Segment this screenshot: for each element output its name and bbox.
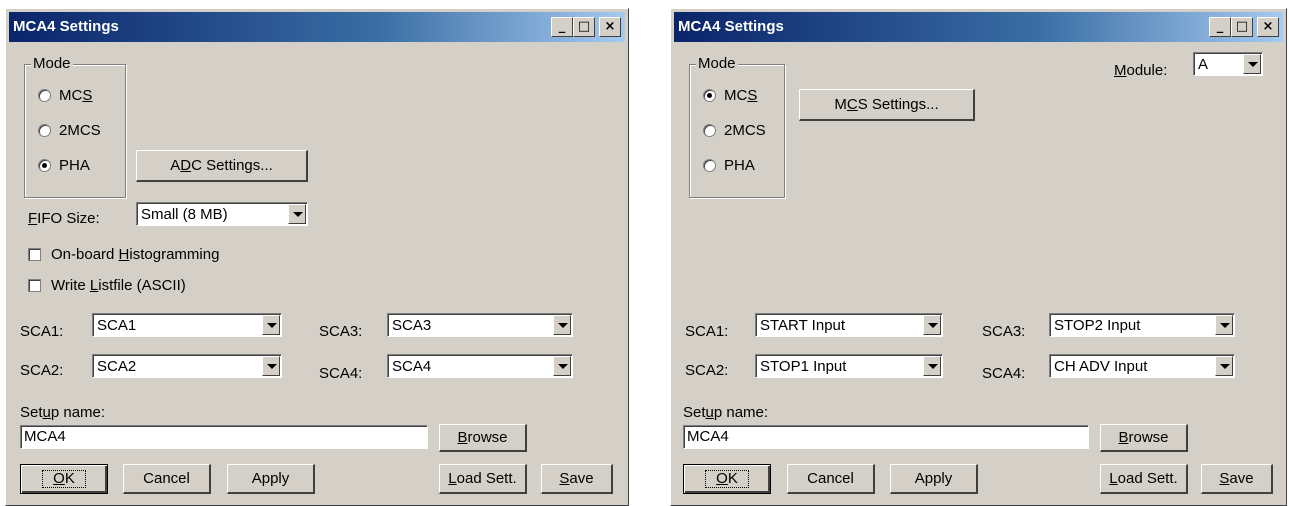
setup-name-label: Setup name: — [20, 404, 106, 421]
module-select[interactable]: A — [1193, 52, 1263, 76]
window-title: MCA4 Settings — [678, 18, 784, 35]
module-label: Module: — [1114, 62, 1168, 79]
minimize-icon: _ — [1216, 19, 1224, 34]
chevron-down-icon[interactable] — [1215, 315, 1233, 335]
sca1-select[interactable]: START Input — [755, 313, 943, 337]
radio-button-selected-icon — [38, 159, 51, 172]
setup-name-input[interactable] — [20, 425, 428, 449]
sca2-label: SCA2: — [685, 362, 729, 379]
browse-button[interactable]: Browse — [439, 424, 527, 452]
browse-button[interactable]: Browse — [1100, 424, 1188, 452]
chevron-down-icon[interactable] — [553, 315, 571, 335]
sca4-select[interactable]: CH ADV Input — [1049, 354, 1235, 378]
sca1-label: SCA1: — [20, 323, 64, 340]
mode-group-label: Mode — [31, 55, 73, 72]
setup-name-label: Setup name: — [683, 404, 769, 421]
radio-button-icon — [703, 124, 716, 137]
window-title: MCA4 Settings — [13, 18, 119, 35]
close-icon: × — [604, 19, 616, 34]
onboard-histogramming-checkbox[interactable]: On-board Histogramming — [28, 246, 219, 263]
chevron-down-icon[interactable] — [1243, 54, 1261, 74]
save-button[interactable]: Save — [1201, 464, 1273, 494]
close-button[interactable]: × — [599, 17, 621, 37]
maximize-icon: □ — [577, 19, 591, 34]
checkbox-icon — [28, 248, 41, 261]
sca3-label: SCA3: — [319, 323, 363, 340]
title-bar[interactable]: MCA4 Settings _ □ × — [9, 12, 625, 42]
apply-button[interactable]: Apply — [227, 464, 315, 494]
chevron-down-icon[interactable] — [553, 356, 571, 376]
radio-button-icon — [38, 89, 51, 102]
mode-group-label: Mode — [696, 55, 738, 72]
mode-radio-2mcs[interactable]: 2MCS — [38, 122, 101, 139]
maximize-icon: □ — [1235, 19, 1249, 34]
minimize-button[interactable]: _ — [1209, 17, 1231, 37]
setup-name-field[interactable] — [687, 428, 1051, 445]
sca4-label: SCA4: — [982, 365, 1026, 382]
mca4-settings-window-right: MCA4 Settings _ □ × Mode MCS 2MCS PHA MC… — [670, 8, 1287, 506]
write-listfile-checkbox[interactable]: Write Listfile (ASCII) — [28, 277, 186, 294]
setup-name-input[interactable] — [683, 425, 1089, 449]
radio-button-icon — [38, 124, 51, 137]
sca3-select[interactable]: STOP2 Input — [1049, 313, 1235, 337]
fifo-size-label: FIFO Size: — [28, 210, 100, 227]
maximize-button[interactable]: □ — [1231, 17, 1253, 37]
load-settings-button[interactable]: Load Sett. — [1100, 464, 1188, 494]
fifo-size-value: Small (8 MB) — [141, 206, 228, 223]
maximize-button[interactable]: □ — [573, 17, 595, 37]
fifo-size-select[interactable]: Small (8 MB) — [136, 202, 308, 226]
load-settings-button[interactable]: Load Sett. — [439, 464, 527, 494]
sca4-select[interactable]: SCA4 — [387, 354, 573, 378]
sca1-select[interactable]: SCA1 — [92, 313, 282, 337]
minimize-icon: _ — [558, 19, 566, 34]
setup-name-field[interactable] — [24, 428, 390, 445]
radio-button-selected-icon — [703, 89, 716, 102]
sca2-select[interactable]: STOP1 Input — [755, 354, 943, 378]
sca3-select[interactable]: SCA3 — [387, 313, 573, 337]
chevron-down-icon[interactable] — [262, 315, 280, 335]
ok-button[interactable]: OK — [20, 464, 108, 494]
mode-radio-pha[interactable]: PHA — [38, 157, 90, 174]
sca2-select[interactable]: SCA2 — [92, 354, 282, 378]
chevron-down-icon[interactable] — [262, 356, 280, 376]
checkbox-label: Write Listfile (ASCII) — [51, 277, 186, 294]
mode-radio-mcs[interactable]: MCS — [703, 87, 757, 104]
save-button[interactable]: Save — [541, 464, 613, 494]
radio-label: PHA — [724, 157, 755, 174]
sca2-label: SCA2: — [20, 362, 64, 379]
cancel-button[interactable]: Cancel — [123, 464, 211, 494]
checkbox-icon — [28, 279, 41, 292]
radio-label: MCS — [59, 87, 93, 104]
title-bar[interactable]: MCA4 Settings _ □ × — [674, 12, 1283, 42]
checkbox-label: On-board Histogramming — [51, 246, 220, 263]
close-icon: × — [1262, 19, 1274, 34]
mode-radio-mcs[interactable]: MCS — [38, 87, 92, 104]
apply-button[interactable]: Apply — [890, 464, 978, 494]
mcs-settings-button[interactable]: MCS Settings... — [799, 89, 975, 121]
cancel-button[interactable]: Cancel — [787, 464, 875, 494]
mode-radio-2mcs[interactable]: 2MCS — [703, 122, 766, 139]
radio-label: MCS — [724, 87, 758, 104]
mca4-settings-window-left: MCA4 Settings _ □ × Mode MCS 2MCS PHA AD… — [5, 8, 629, 506]
adc-settings-button[interactable]: ADC Settings... — [136, 150, 308, 182]
mode-radio-pha[interactable]: PHA — [703, 157, 755, 174]
radio-label: 2MCS — [724, 122, 766, 139]
sca4-label: SCA4: — [319, 365, 363, 382]
sca3-label: SCA3: — [982, 323, 1026, 340]
chevron-down-icon[interactable] — [923, 356, 941, 376]
close-button[interactable]: × — [1257, 17, 1279, 37]
chevron-down-icon[interactable] — [1215, 356, 1233, 376]
module-value: A — [1198, 56, 1209, 73]
chevron-down-icon[interactable] — [923, 315, 941, 335]
radio-label: PHA — [59, 157, 90, 174]
radio-label: 2MCS — [59, 122, 101, 139]
radio-button-icon — [703, 159, 716, 172]
minimize-button[interactable]: _ — [551, 17, 573, 37]
chevron-down-icon[interactable] — [288, 204, 306, 224]
sca1-label: SCA1: — [685, 323, 729, 340]
ok-button[interactable]: OK — [683, 464, 771, 494]
